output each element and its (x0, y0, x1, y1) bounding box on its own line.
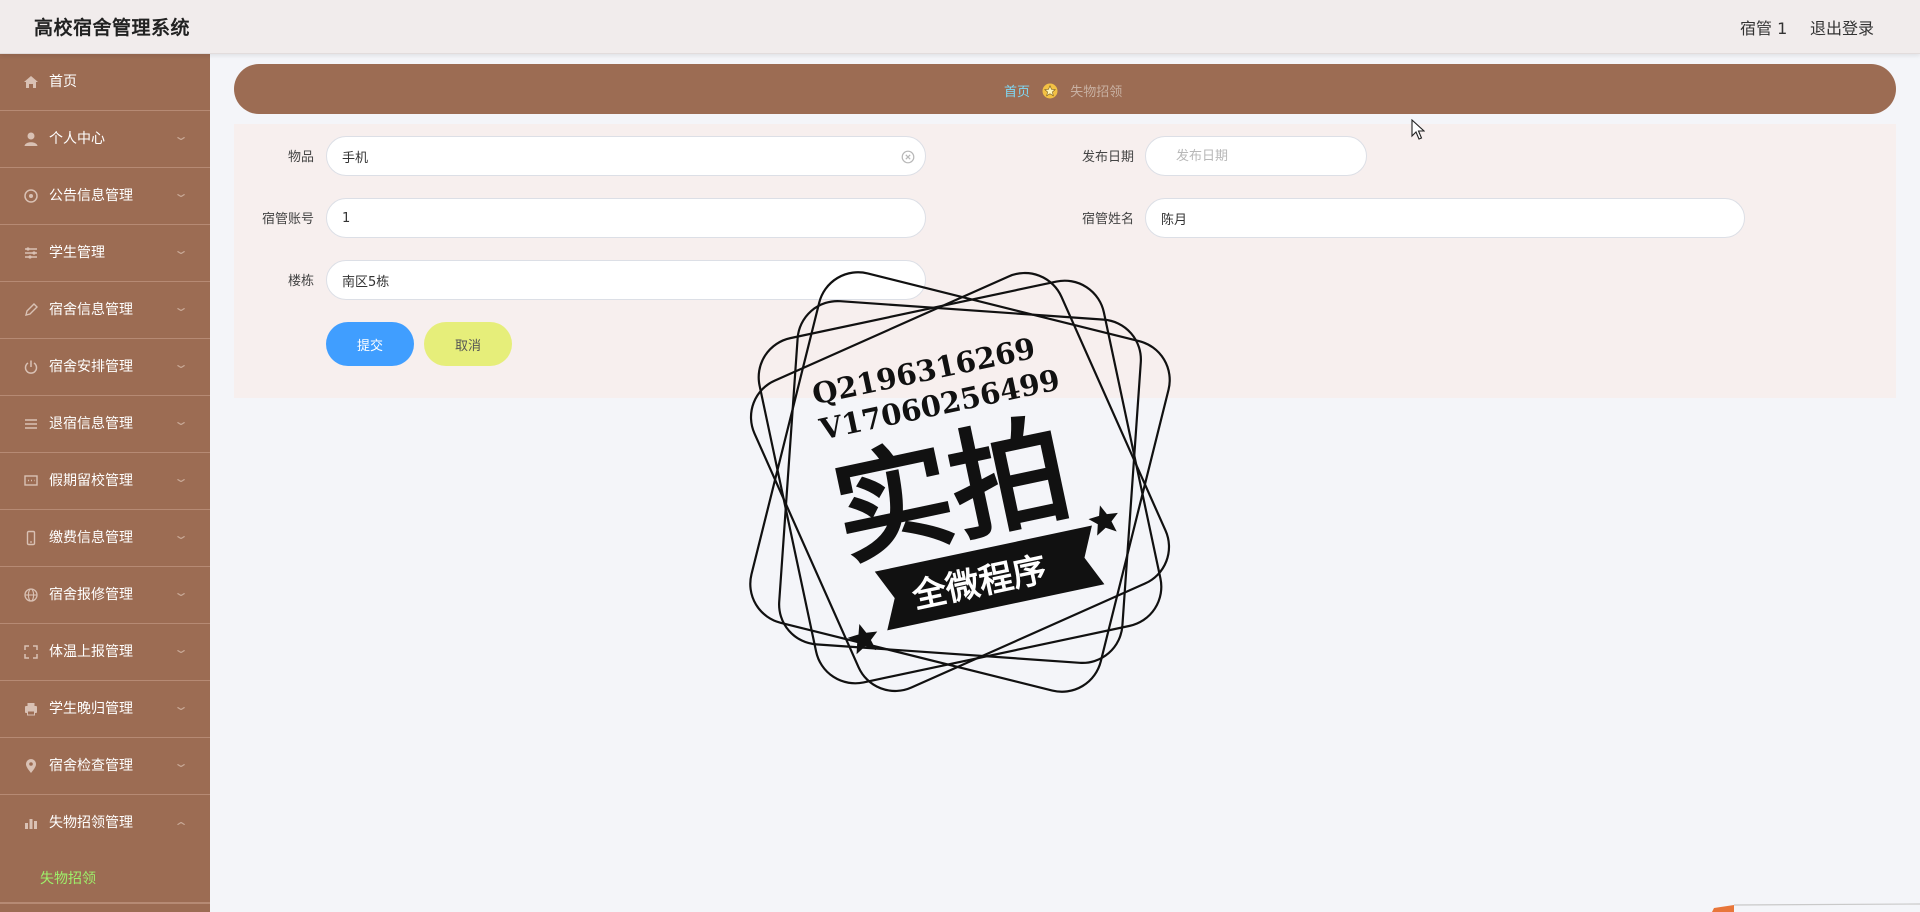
sidebar-item-dorm-info[interactable]: 宿舍信息管理 ⌄ (0, 282, 210, 339)
sidebar-item-holiday-stay[interactable]: 假期留校管理 ⌄ (0, 453, 210, 510)
sidebar-item-label: 公告信息管理 (49, 188, 133, 204)
chevron-down-icon: ⌄ (172, 300, 190, 314)
bar-chart-icon (23, 815, 39, 831)
sidebar-item-temperature[interactable]: 体温上报管理 ⌄ (0, 624, 210, 681)
sidebar-item-profile[interactable]: 个人中心 ⌄ (0, 111, 210, 168)
chevron-down-icon: ⌄ (172, 414, 190, 428)
dorm-manager-account-input[interactable] (326, 198, 926, 238)
top-header: 高校宿舍管理系统 宿管 1 退出登录 (0, 0, 1920, 54)
chevron-down-icon: ⌄ (172, 642, 190, 656)
user-icon (23, 131, 39, 147)
list-icon (23, 416, 39, 432)
globe-icon (23, 587, 39, 603)
sliders-icon (23, 245, 39, 261)
sidebar-item-label: 个人中心 (49, 131, 105, 147)
fullscreen-icon (23, 644, 39, 660)
sidebar-item-inspection[interactable]: 宿舍检查管理 ⌄ (0, 738, 210, 795)
chevron-down-icon: ⌄ (172, 357, 190, 371)
sidebar-item-home[interactable]: 首页 (0, 54, 210, 111)
edit-icon (23, 302, 39, 318)
chevron-down-icon: ⌄ (172, 243, 190, 257)
submenu-item-label: 失物招领 (40, 871, 96, 887)
sidebar-item-label: 体温上报管理 (49, 644, 133, 660)
current-user-name[interactable]: 宿管 1 (1740, 15, 1787, 39)
sidebar-item-label: 学生晚归管理 (49, 701, 133, 717)
dorm-manager-name-label: 宿管姓名 (1081, 212, 1134, 227)
lost-found-form: 物品 发布日期 宿管账号 宿管姓名 楼栋 提交 取消 (234, 124, 1896, 398)
corner-widget-edge (1712, 903, 1920, 912)
publish-date-input[interactable] (1145, 136, 1367, 176)
chevron-down-icon: ⌄ (172, 129, 190, 143)
sidebar-item-label: 假期留校管理 (49, 473, 133, 489)
watermark-main-text: 实拍 (822, 399, 1082, 583)
item-label: 物品 (287, 150, 314, 165)
chevron-down-icon: ⌄ (172, 186, 190, 200)
chevron-down-icon: ⌄ (172, 528, 190, 542)
location-icon (23, 758, 39, 774)
breadcrumb-current: 失物招领 (1070, 85, 1123, 100)
submenu-item-lost-found[interactable]: 失物招领 (0, 852, 210, 902)
watermark-banner-text: 全微程序 (908, 549, 1050, 617)
mouse-cursor-icon (1411, 119, 1425, 140)
submit-button[interactable]: 提交 (326, 322, 414, 366)
star-icon (1042, 83, 1058, 99)
chevron-down-icon: ⌄ (172, 699, 190, 713)
sidebar-item-lost-found[interactable]: 失物招领管理 ⌄ (0, 795, 210, 852)
clear-icon[interactable] (901, 149, 915, 164)
sidebar-item-label: 宿舍信息管理 (49, 302, 133, 318)
dorm-manager-name-input[interactable] (1145, 198, 1745, 238)
sidebar-item-payments[interactable]: 缴费信息管理 ⌄ (0, 510, 210, 567)
sidebar-item-label: 失物招领管理 (49, 815, 133, 831)
building-input[interactable] (326, 260, 926, 300)
chevron-down-icon: ⌄ (172, 756, 190, 770)
home-icon (23, 74, 39, 90)
app-title: 高校宿舍管理系统 (34, 17, 191, 39)
cancel-button[interactable]: 取消 (424, 322, 512, 366)
sidebar-menu: 首页 个人中心 ⌄ 公告信息管理 ⌄ 学生管理 ⌄ 宿舍信息管理 ⌄ 宿舍安排管… (0, 54, 210, 912)
publish-date-label: 发布日期 (1081, 150, 1134, 165)
sidebar-item-dorm-arrangement[interactable]: 宿舍安排管理 ⌄ (0, 339, 210, 396)
chevron-up-icon: ⌄ (172, 819, 190, 833)
chevron-down-icon: ⌄ (172, 471, 190, 485)
sidebar-item-checkout[interactable]: 退宿信息管理 ⌄ (0, 396, 210, 453)
mobile-icon (23, 530, 39, 546)
sidebar-item-label: 宿舍检查管理 (49, 758, 133, 774)
dorm-manager-account-label: 宿管账号 (261, 212, 314, 227)
sidebar-item-late-return[interactable]: 学生晚归管理 ⌄ (0, 681, 210, 738)
sidebar-item-label: 缴费信息管理 (49, 530, 133, 546)
sidebar-item-label: 首页 (49, 74, 77, 90)
chevron-down-icon: ⌄ (172, 585, 190, 599)
sidebar-item-repairs[interactable]: 宿舍报修管理 ⌄ (0, 567, 210, 624)
sidebar-item-announcements[interactable]: 公告信息管理 ⌄ (0, 168, 210, 225)
power-icon (23, 359, 39, 375)
building-label: 楼栋 (287, 274, 314, 289)
sidebar-item-label: 退宿信息管理 (49, 416, 133, 432)
printer-icon (23, 701, 39, 717)
logout-link[interactable]: 退出登录 (1810, 15, 1874, 39)
sidebar-item-students[interactable]: 学生管理 ⌄ (0, 225, 210, 282)
star-icon (1088, 505, 1118, 536)
item-input[interactable] (326, 136, 926, 176)
sidebar-item-label: 学生管理 (49, 245, 105, 261)
sidebar-item-label: 宿舍报修管理 (49, 587, 133, 603)
breadcrumb-home-link[interactable]: 首页 (1004, 85, 1030, 100)
breadcrumb: 首页 失物招领 (234, 64, 1896, 114)
sidebar-divider (0, 902, 210, 904)
sidebar-item-label: 宿舍安排管理 (49, 359, 133, 375)
star-icon (847, 624, 878, 655)
chat-icon (23, 473, 39, 489)
bullhorn-icon (23, 188, 39, 204)
